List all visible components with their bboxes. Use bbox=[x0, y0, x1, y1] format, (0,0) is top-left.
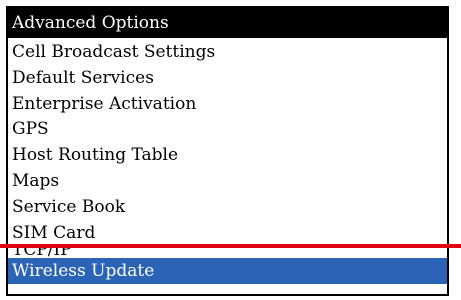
red-divider-line bbox=[0, 244, 461, 248]
menu-item-host-routing-table[interactable]: Host Routing Table bbox=[8, 143, 447, 169]
menu-item-maps[interactable]: Maps bbox=[8, 169, 447, 195]
menu-item-cell-broadcast-settings[interactable]: Cell Broadcast Settings bbox=[8, 40, 447, 66]
menu-item-enterprise-activation[interactable]: Enterprise Activation bbox=[8, 92, 447, 118]
menu-item-service-book[interactable]: Service Book bbox=[8, 195, 447, 221]
menu-item-default-services[interactable]: Default Services bbox=[8, 66, 447, 92]
menu-item-wireless-update[interactable]: Wireless Update bbox=[8, 258, 447, 285]
screen-title: Advanced Options bbox=[8, 8, 447, 38]
menu-item-tcp-ip[interactable]: TCP/IP bbox=[8, 246, 447, 258]
menu-item-sim-card[interactable]: SIM Card bbox=[8, 221, 447, 247]
menu-item-gps[interactable]: GPS bbox=[8, 117, 447, 143]
advanced-options-screen: Advanced Options Cell Broadcast Settings… bbox=[6, 6, 449, 296]
